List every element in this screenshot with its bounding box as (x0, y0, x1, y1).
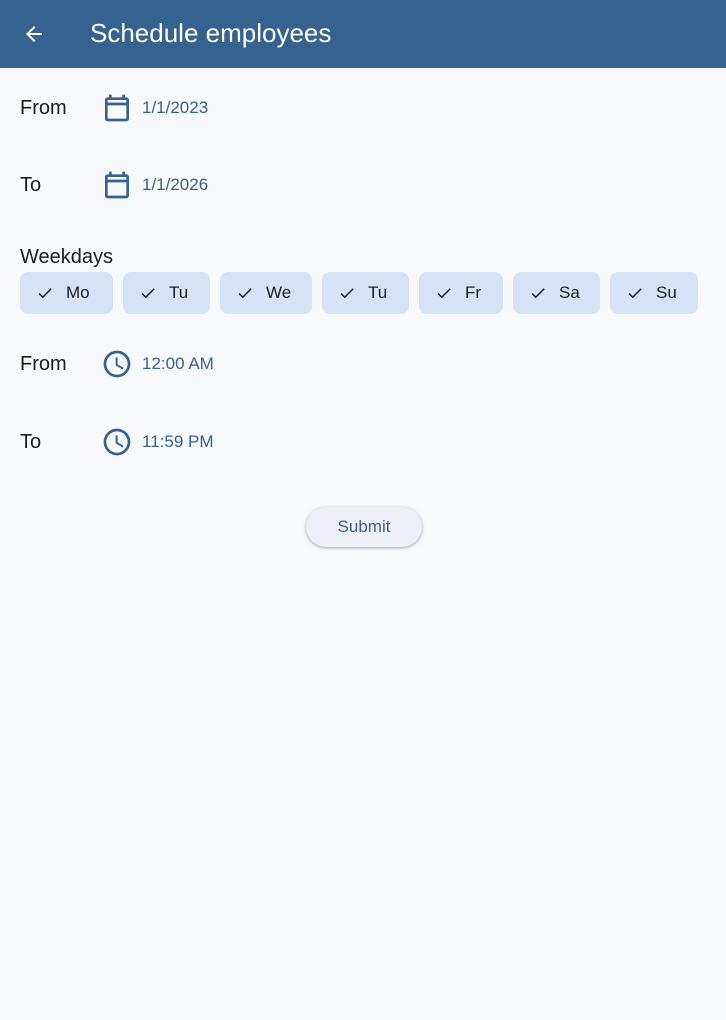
time-to-value: 11:59 PM (142, 432, 214, 451)
check-icon (437, 288, 451, 299)
check-icon (628, 288, 642, 299)
calendar-icon (98, 88, 136, 128)
time-from-picker[interactable]: 12:00 AM (98, 344, 224, 384)
date-from-row: From 1/1/2023 (0, 88, 726, 128)
weekday-chip-mo[interactable]: Mo (20, 272, 113, 314)
weekdays-label: Weekdays (20, 246, 114, 268)
back-button[interactable] (14, 14, 54, 54)
weekday-chip-su[interactable]: Su (610, 272, 698, 314)
date-to-picker[interactable]: 1/1/2026 (98, 165, 218, 205)
check-icon (531, 288, 545, 299)
weekday-chip-label: Su (656, 283, 677, 302)
date-to-row: To 1/1/2026 (0, 165, 726, 205)
date-from-value: 1/1/2023 (142, 98, 209, 117)
time-from-label: From (20, 353, 67, 375)
date-from-label: From (20, 97, 67, 119)
clock-icon (98, 422, 136, 462)
check-icon (141, 288, 155, 299)
weekday-chip-label: Sa (559, 283, 580, 302)
date-from-picker[interactable]: 1/1/2023 (98, 88, 218, 128)
clock-icon (98, 344, 136, 384)
page-title: Schedule employees (90, 18, 332, 48)
weekday-chip-we[interactable]: We (220, 272, 312, 314)
weekday-chip-label: Tu (169, 283, 189, 302)
time-to-row: To 11:59 PM (0, 422, 726, 462)
check-icon (238, 288, 252, 299)
time-to-picker[interactable]: 11:59 PM (98, 422, 224, 462)
weekday-chip-label: Tu (368, 283, 388, 302)
weekday-chip-label: We (266, 283, 292, 302)
weekday-chip-tu[interactable]: Tu (123, 272, 210, 314)
weekday-chip-sa[interactable]: Sa (513, 272, 600, 314)
time-from-row: From 12:00 AM (0, 344, 726, 384)
weekday-chip-label: Mo (66, 283, 90, 302)
weekday-chip-label: Fr (465, 283, 482, 302)
check-icon (38, 288, 52, 299)
date-to-value: 1/1/2026 (142, 175, 209, 194)
time-from-value: 12:00 AM (142, 354, 214, 373)
time-to-label: To (20, 431, 42, 453)
weekday-chip-th[interactable]: Tu (322, 272, 409, 314)
arrow-left-icon (26, 26, 42, 42)
submit-button[interactable]: Submit (306, 507, 422, 547)
calendar-icon (98, 165, 136, 205)
app-bar: Schedule employees (0, 0, 726, 68)
check-icon (340, 288, 354, 299)
date-to-label: To (20, 174, 42, 196)
weekday-chip-fr[interactable]: Fr (419, 272, 503, 314)
